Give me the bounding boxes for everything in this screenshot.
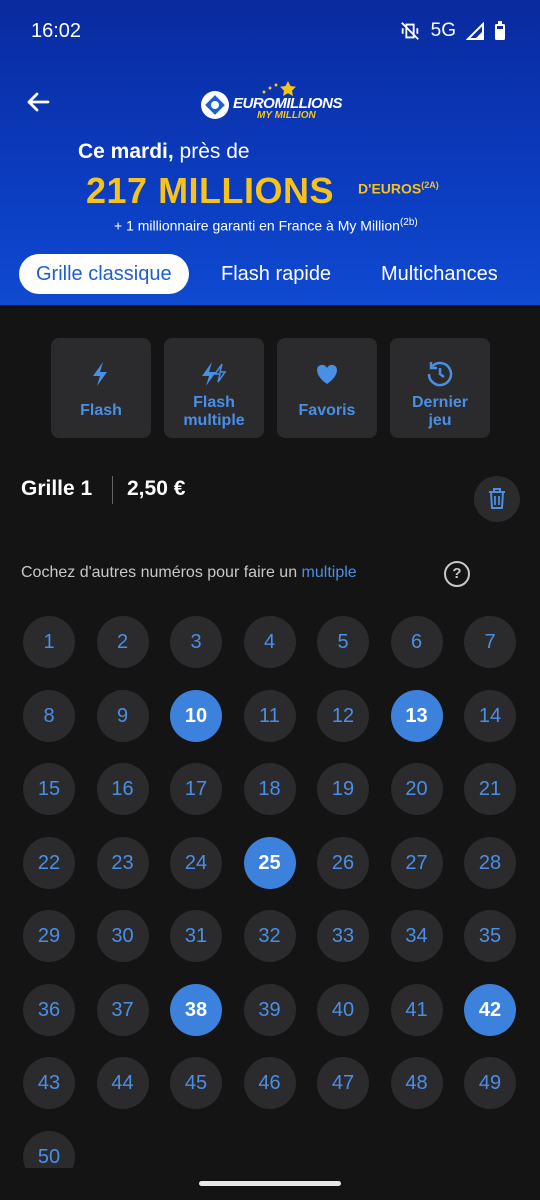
status-bar: 16:02 5G [0, 0, 540, 64]
double-lightning-icon [202, 362, 227, 386]
tab-grille-classique[interactable]: Grille classique [19, 254, 189, 294]
number-ball-27[interactable]: 27 [390, 836, 443, 889]
lightning-icon [93, 362, 107, 386]
number-ball-39[interactable]: 39 [243, 983, 296, 1036]
number-ball-37[interactable]: 37 [96, 983, 149, 1036]
home-indicator[interactable] [199, 1181, 341, 1186]
number-ball-35[interactable]: 35 [464, 910, 516, 962]
number-ball-45[interactable]: 45 [170, 1057, 222, 1109]
vibrate-off-icon [400, 22, 419, 40]
number-ball-20[interactable]: 20 [390, 763, 443, 815]
history-icon [427, 361, 453, 387]
number-ball-13[interactable]: 13 [390, 689, 443, 742]
number-ball-31[interactable]: 31 [170, 910, 222, 962]
number-ball-29[interactable]: 29 [23, 910, 75, 962]
number-ball-16[interactable]: 16 [96, 763, 149, 815]
number-ball-22[interactable]: 22 [23, 836, 75, 889]
number-ball-32[interactable]: 32 [243, 910, 296, 962]
dernier-jeu-button[interactable]: Dernier jeu [390, 338, 490, 438]
number-ball-11[interactable]: 11 [243, 689, 296, 742]
number-ball-33[interactable]: 33 [317, 910, 369, 962]
number-ball-2[interactable]: 2 [96, 616, 149, 668]
delete-grid-button[interactable] [474, 476, 520, 522]
status-time: 16:02 [31, 20, 82, 42]
number-ball-3[interactable]: 3 [170, 616, 222, 668]
header-banner: 16:02 5G EUROMILLIONS MY MILLION Ce mard… [0, 0, 540, 305]
number-ball-18[interactable]: 18 [243, 763, 296, 815]
logo-subtitle: MY MILLION [257, 110, 316, 121]
number-ball-42[interactable]: 42 [464, 983, 516, 1036]
number-ball-38[interactable]: 38 [170, 983, 222, 1036]
heart-icon [317, 364, 337, 384]
number-ball-25[interactable]: 25 [243, 836, 296, 889]
number-ball-24[interactable]: 24 [170, 836, 222, 889]
jackpot-amount: 217 MILLIONS [86, 170, 335, 211]
number-ball-1[interactable]: 1 [23, 616, 75, 668]
title-divider [112, 476, 113, 504]
jackpot-currency: D'EUROS(2A) [358, 180, 439, 197]
number-ball-43[interactable]: 43 [23, 1057, 75, 1109]
number-ball-10[interactable]: 10 [170, 689, 222, 742]
number-ball-46[interactable]: 46 [243, 1057, 296, 1109]
number-ball-4[interactable]: 4 [243, 616, 296, 668]
number-ball-47[interactable]: 47 [317, 1057, 369, 1109]
number-ball-44[interactable]: 44 [96, 1057, 149, 1109]
signal-icon [466, 22, 484, 40]
battery-icon [495, 21, 505, 40]
game-tabs: Grille classique Flash rapide Multichanc… [0, 254, 540, 294]
quick-actions: Flash Flash multiple Favoris Dernier jeu [0, 338, 540, 438]
guarantee-text: + 1 millionnaire garanti en France à My … [114, 217, 418, 234]
number-ball-41[interactable]: 41 [390, 983, 443, 1036]
number-ball-34[interactable]: 34 [390, 910, 443, 962]
draw-day-text: Ce mardi, près de [78, 140, 250, 163]
number-ball-36[interactable]: 36 [23, 983, 75, 1036]
favoris-button[interactable]: Favoris [277, 338, 377, 438]
number-ball-6[interactable]: 6 [390, 616, 443, 668]
grid-price: 2,50 € [127, 477, 186, 500]
number-ball-23[interactable]: 23 [96, 836, 149, 889]
number-ball-15[interactable]: 15 [23, 763, 75, 815]
multiple-link[interactable]: multiple [302, 564, 357, 581]
number-ball-28[interactable]: 28 [464, 836, 516, 889]
number-ball-14[interactable]: 14 [464, 689, 516, 742]
number-ball-17[interactable]: 17 [170, 763, 222, 815]
tab-multichances[interactable]: Multichances [381, 254, 498, 294]
network-label: 5G [430, 20, 456, 41]
number-ball-49[interactable]: 49 [464, 1057, 516, 1109]
back-arrow-icon[interactable] [24, 88, 52, 116]
grid-title: Grille 1 [21, 477, 93, 500]
number-ball-30[interactable]: 30 [96, 910, 149, 962]
euromillions-logo: EUROMILLIONS MY MILLION [200, 81, 350, 128]
number-ball-40[interactable]: 40 [317, 983, 369, 1036]
flash-multiple-button[interactable]: Flash multiple [164, 338, 264, 438]
clover-logo-icon [201, 91, 229, 119]
number-ball-19[interactable]: 19 [317, 763, 369, 815]
tab-flash-rapide[interactable]: Flash rapide [221, 254, 331, 294]
number-ball-21[interactable]: 21 [464, 763, 516, 815]
help-icon[interactable]: ? [444, 561, 470, 587]
multiple-hint: Cochez d'autres numéros pour faire un mu… [21, 564, 357, 581]
number-ball-12[interactable]: 12 [317, 689, 369, 742]
number-ball-48[interactable]: 48 [390, 1057, 443, 1109]
number-ball-7[interactable]: 7 [464, 616, 516, 668]
trash-icon [489, 488, 505, 509]
number-ball-8[interactable]: 8 [23, 689, 75, 742]
number-ball-9[interactable]: 9 [96, 689, 149, 742]
flash-button[interactable]: Flash [51, 338, 151, 438]
number-ball-5[interactable]: 5 [317, 616, 369, 668]
number-ball-26[interactable]: 26 [317, 836, 369, 889]
